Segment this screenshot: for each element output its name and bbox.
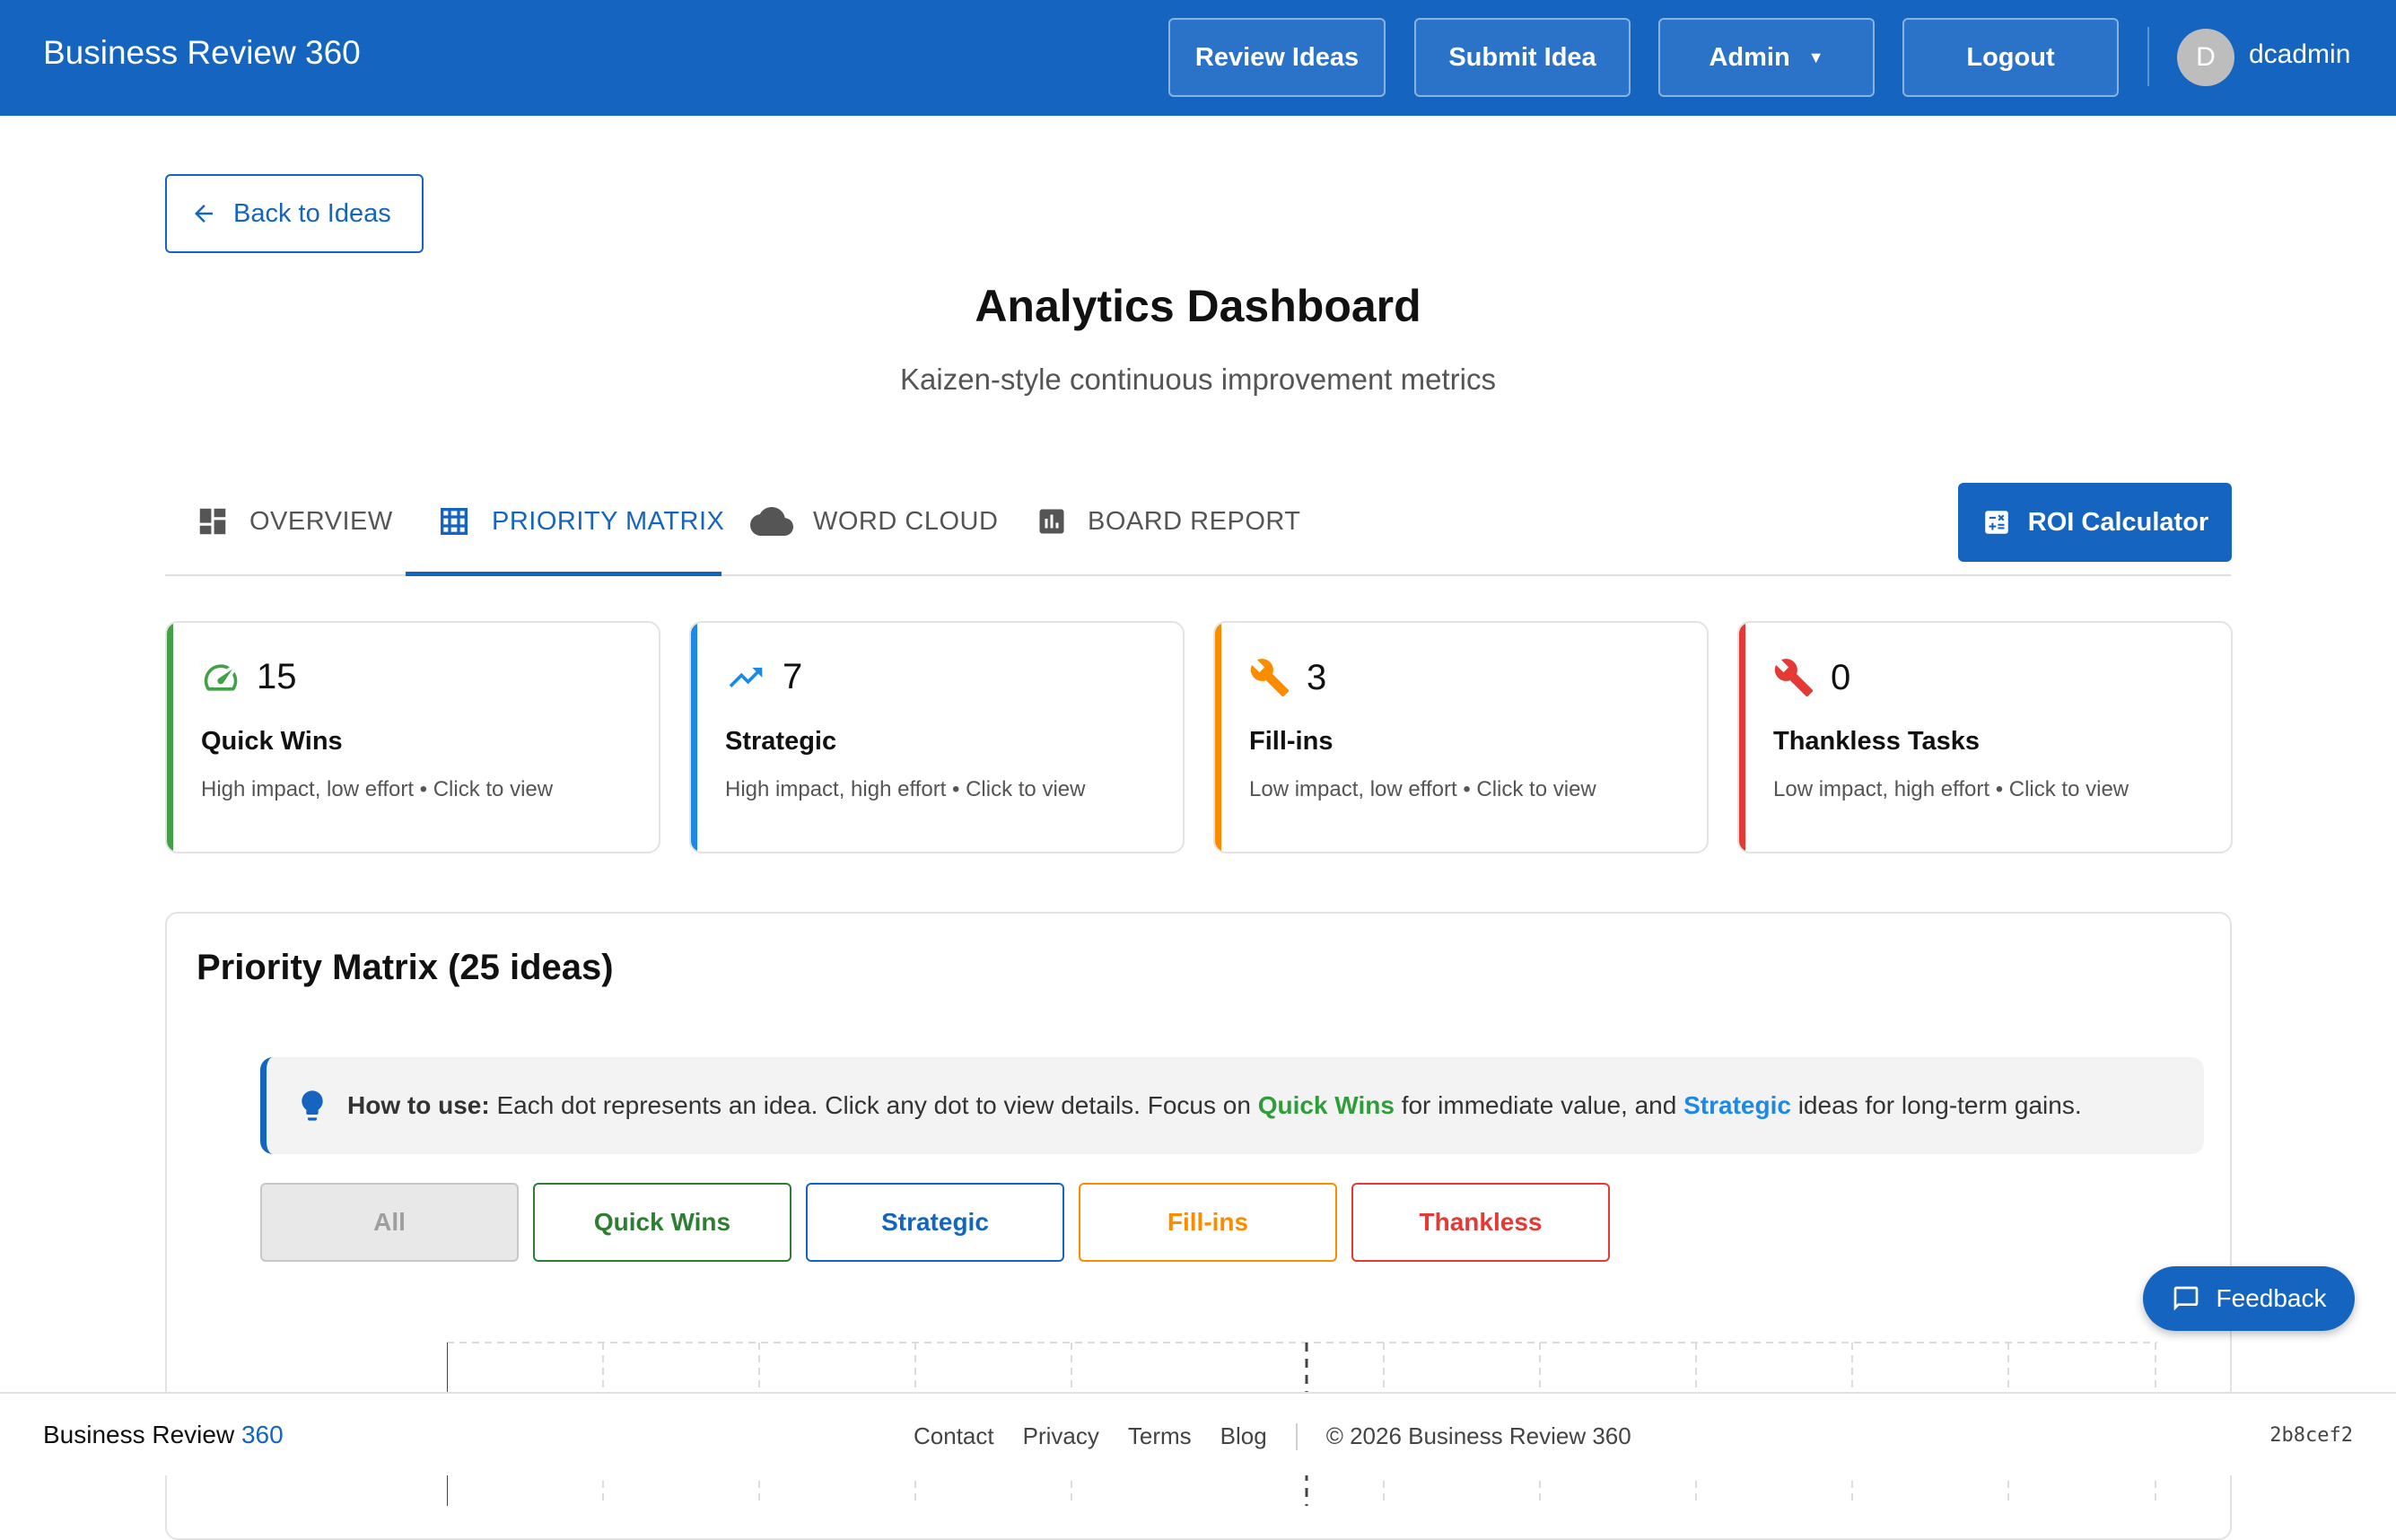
footer-divider — [1295, 1422, 1298, 1450]
chat-bubble-icon — [2173, 1286, 2198, 1311]
wrench-icon — [1774, 659, 1814, 697]
card-label: Quick Wins — [201, 727, 343, 756]
filter-thankless-button[interactable]: Thankless — [1351, 1183, 1610, 1262]
card-accent — [691, 623, 697, 852]
roi-calculator-button[interactable]: ROI Calculator — [1958, 483, 2232, 562]
footer-brand-accent: 360 — [240, 1421, 284, 1448]
page-title: Analytics Dashboard — [975, 281, 1421, 331]
tab-word-cloud[interactable]: WORD CLOUD — [750, 467, 998, 576]
active-tab-indicator — [406, 572, 721, 576]
tab-board-report[interactable]: BOARD REPORT — [1036, 467, 1301, 576]
how-to-use-hint: How to use: Each dot represents an idea.… — [260, 1057, 2204, 1154]
footer-links: Contact Privacy Terms Blog © 2026 Busine… — [914, 1422, 1631, 1450]
tab-bar: OVERVIEW PRIORITY MATRIX WORD CLOUD BOAR… — [165, 467, 2231, 576]
card-description: Low impact, high effort • Click to view — [1773, 777, 2129, 801]
filter-quick-wins-button[interactable]: Quick Wins — [533, 1183, 791, 1262]
thankless-tasks-card[interactable]: 0 Thankless Tasks Low impact, high effor… — [1737, 621, 2233, 853]
speedometer-icon — [204, 663, 238, 691]
bar-chart-icon — [1039, 509, 1064, 534]
footer-brand-text: Business Review — [43, 1421, 235, 1448]
card-accent — [1215, 623, 1221, 852]
card-value: 3 — [1307, 657, 1327, 697]
filter-strategic-button[interactable]: Strategic — [806, 1183, 1064, 1262]
howto-quick-wins: Quick Wins — [1257, 1091, 1395, 1119]
build-hash: 2b8cef2 — [2269, 1424, 2353, 1447]
fill-ins-card[interactable]: 3 Fill-ins Low impact, low effort • Clic… — [1213, 621, 1709, 853]
review-ideas-button[interactable]: Review Ideas — [1168, 18, 1386, 97]
tab-label: WORD CLOUD — [813, 506, 999, 536]
card-label: Fill-ins — [1249, 727, 1334, 756]
calculator-icon — [1985, 511, 2008, 534]
howto-text-2: for immediate value, and — [1401, 1091, 1677, 1119]
avatar[interactable]: D — [2177, 29, 2234, 86]
howto-strategic: Strategic — [1683, 1091, 1791, 1119]
filter-all-button[interactable]: All — [260, 1183, 519, 1262]
howto-lead: How to use: — [347, 1091, 490, 1119]
tab-overview[interactable]: OVERVIEW — [196, 467, 393, 576]
card-value: 7 — [783, 657, 803, 696]
footer-link-blog[interactable]: Blog — [1220, 1422, 1267, 1450]
panel-title: Priority Matrix (25 ideas) — [197, 948, 614, 987]
username: dcadmin — [2249, 39, 2351, 69]
back-label: Back to Ideas — [233, 198, 391, 228]
how-to-use-text: How to use: Each dot represents an idea.… — [347, 1091, 2082, 1120]
dashboard-icon — [199, 508, 226, 535]
grid-icon — [441, 508, 468, 535]
footer-link-contact[interactable]: Contact — [914, 1422, 994, 1450]
trending-up-icon — [729, 667, 763, 687]
roi-label: ROI Calculator — [2027, 507, 2209, 537]
tab-label: OVERVIEW — [249, 506, 393, 536]
admin-menu-button[interactable]: Admin ▼ — [1658, 18, 1875, 97]
footer-copyright: © 2026 Business Review 360 — [1325, 1422, 1631, 1449]
nav-divider — [2147, 27, 2149, 86]
footer-brand[interactable]: Business Review 360 — [43, 1421, 284, 1449]
footer: Business Review 360 Contact Privacy Term… — [0, 1392, 2396, 1475]
card-accent — [167, 623, 173, 852]
card-description: High impact, high effort • Click to view — [725, 777, 1086, 801]
cloud-icon — [750, 506, 793, 536]
filter-fill-ins-button[interactable]: Fill-ins — [1079, 1183, 1337, 1262]
arrow-left-icon — [195, 205, 213, 223]
wrench-icon — [1250, 659, 1290, 697]
card-label: Thankless Tasks — [1773, 727, 1980, 756]
howto-text-1: Each dot represents an idea. Click any d… — [496, 1091, 1251, 1119]
tab-label: PRIORITY MATRIX — [492, 506, 725, 536]
card-label: Strategic — [725, 727, 837, 756]
card-accent — [1739, 623, 1745, 852]
feedback-button[interactable]: Feedback — [2143, 1266, 2355, 1331]
feedback-label: Feedback — [2216, 1284, 2327, 1312]
submit-idea-button[interactable]: Submit Idea — [1414, 18, 1631, 97]
page-subtitle: Kaizen-style continuous improvement metr… — [900, 363, 1496, 396]
lightbulb-icon — [302, 1090, 323, 1121]
card-value: 0 — [1831, 657, 1851, 697]
brand-title[interactable]: Business Review 360 — [43, 34, 361, 72]
strategic-card[interactable]: 7 Strategic High impact, high effort • C… — [689, 621, 1185, 853]
card-value: 15 — [257, 657, 297, 696]
quick-wins-card[interactable]: 15 Quick Wins High impact, low effort • … — [165, 621, 660, 853]
caret-down-icon: ▼ — [1807, 48, 1824, 66]
footer-link-privacy[interactable]: Privacy — [1023, 1422, 1099, 1450]
top-navbar: Business Review 360 Review Ideas Submit … — [0, 0, 2396, 116]
back-to-ideas-button[interactable]: Back to Ideas — [165, 174, 424, 253]
howto-text-3: ideas for long-term gains. — [1797, 1091, 2082, 1119]
logout-button[interactable]: Logout — [1902, 18, 2119, 97]
tab-priority-matrix[interactable]: PRIORITY MATRIX — [436, 467, 724, 576]
tab-label: BOARD REPORT — [1088, 506, 1301, 536]
admin-label: Admin — [1709, 42, 1790, 72]
card-description: Low impact, low effort • Click to view — [1249, 777, 1596, 801]
card-description: High impact, low effort • Click to view — [201, 777, 554, 801]
footer-link-terms[interactable]: Terms — [1128, 1422, 1192, 1450]
